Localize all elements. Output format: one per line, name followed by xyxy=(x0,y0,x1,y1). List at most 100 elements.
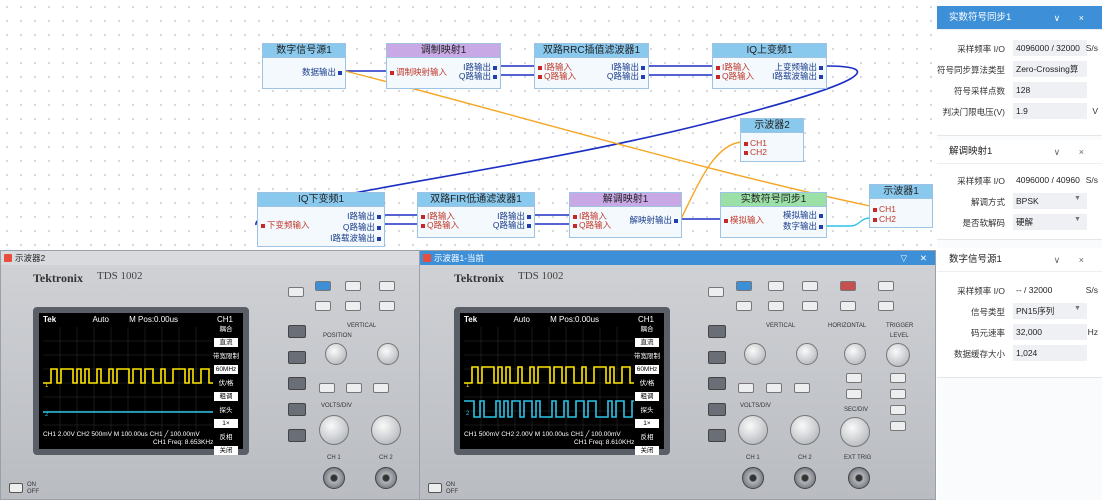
port-ch1[interactable]: CH1 xyxy=(873,204,896,214)
ch1-menu-button[interactable] xyxy=(738,383,754,393)
block-mod-map[interactable]: 调制映射1 调制映射输入 I路输出 Q路输出 xyxy=(386,43,501,89)
menu-button-4[interactable] xyxy=(708,403,726,416)
ch2-menu-button[interactable] xyxy=(794,383,810,393)
collapse-close-icons[interactable]: ∨ × xyxy=(1054,6,1092,30)
ch1-volts-knob[interactable] xyxy=(319,415,349,445)
port-analog-in[interactable]: 模拟输入 xyxy=(724,215,764,225)
print-button[interactable] xyxy=(288,287,304,297)
port-ch2[interactable]: CH2 xyxy=(744,147,767,157)
block-dual-fir[interactable]: 双路FIR低通滤波器1 I路输入 Q路输入 I路输出 Q路输出 xyxy=(417,192,535,238)
horiz-menu-button[interactable] xyxy=(846,373,862,383)
ch2-volts-knob[interactable] xyxy=(790,415,820,445)
section-header[interactable]: 实数符号同步1 ∨ × xyxy=(937,6,1102,30)
block-digital-source[interactable]: 数字信号源1 数据输出 xyxy=(262,43,346,89)
collapse-close-icons[interactable]: ∨ × xyxy=(1054,248,1092,272)
port-q-in[interactable]: Q路输入 xyxy=(421,220,459,230)
port-q-out[interactable]: Q路输出 xyxy=(343,222,381,232)
prop-value[interactable]: 1,024 xyxy=(1013,345,1087,361)
port-demap-out[interactable]: 解映射输出 xyxy=(629,215,678,225)
prop-value[interactable]: 128 xyxy=(1013,82,1087,98)
block-demod-map[interactable]: 解调映射1 I路输入 Q路输入 解映射输出 xyxy=(569,192,682,238)
block-scope-1[interactable]: 示波器1 CH1 CH2 xyxy=(869,184,933,228)
chevron-down-icon[interactable]: ▼ xyxy=(1074,216,1081,223)
block-dual-rrc[interactable]: 双路RRC插值滤波器1 I路输入 Q路输入 I路输出 Q路输出 xyxy=(534,43,649,89)
block-real-sync[interactable]: 实数符号同步1 模拟输入 模拟输出 数字输出 xyxy=(720,192,827,238)
port-downconv-in[interactable]: 下变频输入 xyxy=(261,220,310,230)
utility-button[interactable] xyxy=(736,301,752,311)
run-stop-button[interactable] xyxy=(878,281,894,291)
menu-button-2[interactable] xyxy=(708,351,726,364)
port-q-out[interactable]: Q路输出 xyxy=(607,71,645,81)
math-menu-button[interactable] xyxy=(346,383,362,393)
scope-window-1[interactable]: 示波器1-当前 ▽ ✕ Tektronix TDS 1002 Tek Auto … xyxy=(419,250,936,500)
set-to-zero-button[interactable] xyxy=(846,389,862,399)
menu-button-2[interactable] xyxy=(288,351,306,364)
math-menu-button[interactable] xyxy=(766,383,782,393)
cursor-button[interactable] xyxy=(768,301,784,311)
prop-value[interactable]: 1.9 xyxy=(1013,103,1087,119)
ch1-volts-knob[interactable] xyxy=(738,415,768,445)
window-titlebar[interactable]: 示波器1-当前 ▽ ✕ xyxy=(420,251,935,265)
ch1-menu-button[interactable] xyxy=(319,383,335,393)
port-map-in[interactable]: 调制映射输入 xyxy=(390,67,447,77)
block-iq-up[interactable]: IQ上变频1 I路输入 Q路输入 上变频输出 I路载波输出 xyxy=(712,43,827,89)
force-trig-button[interactable] xyxy=(890,405,906,415)
measure-button[interactable] xyxy=(768,281,784,291)
menu-button-4[interactable] xyxy=(288,403,306,416)
sec-div-knob[interactable] xyxy=(840,417,870,447)
prop-value[interactable]: -- / 32000 xyxy=(1013,282,1087,298)
cursor-button[interactable] xyxy=(345,301,361,311)
section-header[interactable]: 数字信号源1 ∨ × xyxy=(937,248,1102,272)
display-button[interactable] xyxy=(379,301,395,311)
print-button[interactable] xyxy=(708,287,724,297)
window-menu-icon[interactable]: ▽ xyxy=(900,251,907,265)
prop-value[interactable]: Zero-Crossing算 xyxy=(1013,61,1087,77)
menu-button-3[interactable] xyxy=(708,377,726,390)
default-setup-button[interactable] xyxy=(840,301,856,311)
single-seq-button[interactable] xyxy=(878,301,894,311)
port-digital-out[interactable]: 数字输出 xyxy=(783,221,823,231)
collapse-close-icons[interactable]: ∨ × xyxy=(1054,140,1092,164)
trig-menu-button[interactable] xyxy=(890,373,906,383)
prop-value[interactable]: 4096000 / 40960 xyxy=(1013,172,1087,188)
ch1-position-knob[interactable] xyxy=(744,343,766,365)
port-data-out[interactable]: 数据输出 xyxy=(302,67,342,77)
ch2-menu-button[interactable] xyxy=(373,383,389,393)
acquire-button[interactable] xyxy=(802,281,818,291)
port-q-in[interactable]: Q路输入 xyxy=(716,71,754,81)
horizontal-position-knob[interactable] xyxy=(844,343,866,365)
port-q-in[interactable]: Q路输入 xyxy=(573,220,611,230)
ch2-position-knob[interactable] xyxy=(377,343,399,365)
ch2-position-knob[interactable] xyxy=(796,343,818,365)
close-icon[interactable]: ✕ xyxy=(920,251,927,265)
save-recall-button[interactable] xyxy=(736,281,752,291)
block-scope-2[interactable]: 示波器2 CH1 CH2 xyxy=(740,118,804,162)
display-button[interactable] xyxy=(802,301,818,311)
utility-button[interactable] xyxy=(315,301,331,311)
port-q-in[interactable]: Q路输入 xyxy=(538,71,576,81)
port-i-carrier-out[interactable]: I路载波输出 xyxy=(772,71,823,81)
port-i-out[interactable]: I路输出 xyxy=(347,211,381,221)
port-q-out[interactable]: Q路输出 xyxy=(459,71,497,81)
menu-button-1[interactable] xyxy=(708,325,726,338)
window-titlebar[interactable]: 示波器2 xyxy=(1,251,419,265)
acquire-button[interactable] xyxy=(379,281,395,291)
menu-button-5[interactable] xyxy=(288,429,306,442)
power-switch[interactable] xyxy=(428,483,442,493)
ch2-volts-knob[interactable] xyxy=(371,415,401,445)
scope-window-2[interactable]: 示波器2 Tektronix TDS 1002 Tek Auto M Pos:0… xyxy=(0,250,420,500)
chevron-down-icon[interactable]: ▼ xyxy=(1074,195,1081,202)
port-q-out[interactable]: Q路输出 xyxy=(493,220,531,230)
block-iq-down[interactable]: IQ下变频1 下变频输入 I路输出 Q路输出 I路载波输出 xyxy=(257,192,385,247)
port-i-carrier-out[interactable]: I路载波输出 xyxy=(330,233,381,243)
section-header[interactable]: 解调映射1 ∨ × xyxy=(937,140,1102,164)
prop-value[interactable]: 32,000 xyxy=(1013,324,1087,340)
port-ch2[interactable]: CH2 xyxy=(873,214,896,224)
prop-value[interactable]: 4096000 / 32000 xyxy=(1013,40,1087,56)
port-analog-out[interactable]: 模拟输出 xyxy=(783,210,823,220)
power-switch[interactable] xyxy=(9,483,23,493)
chevron-down-icon[interactable]: ▼ xyxy=(1074,305,1081,312)
measure-button[interactable] xyxy=(345,281,361,291)
menu-button-1[interactable] xyxy=(288,325,306,338)
ch1-position-knob[interactable] xyxy=(325,343,347,365)
